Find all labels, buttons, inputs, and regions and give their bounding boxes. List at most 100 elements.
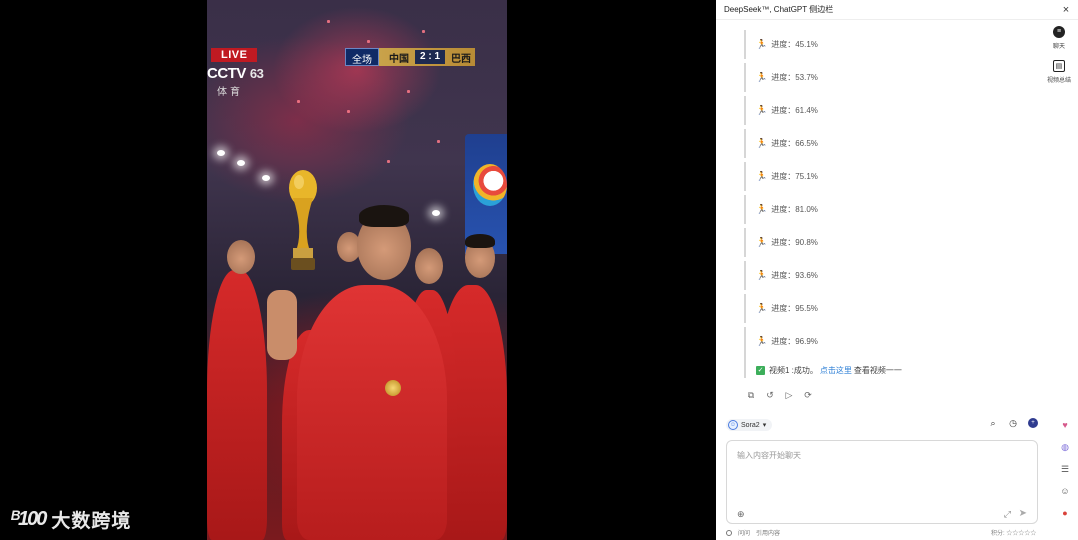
completion-message: ✓ 视频1 :成功。 点击这里 查看视频一一 [744, 356, 902, 378]
channel-logo: CCTV 63 [207, 65, 264, 82]
main-player-hair [359, 205, 409, 227]
main-player-jersey [297, 285, 447, 540]
play-icon[interactable]: ▷ [784, 390, 794, 400]
channel-subtitle: 体育 [217, 87, 243, 98]
progress-item: 🏃 进度：45.1% [744, 28, 1024, 61]
progress-text: 进度：81.0% [771, 205, 818, 214]
progress-text: 进度：90.8% [771, 238, 818, 247]
history-icon[interactable]: ◷ [1008, 418, 1018, 428]
runner-icon: 🏃 [756, 336, 768, 346]
progress-item: 🏃 进度：96.9% [744, 325, 1024, 358]
notes-icon[interactable]: ☰ [1060, 464, 1070, 474]
progress-text: 进度：66.5% [771, 139, 818, 148]
summary-label: 视频总结 [1046, 78, 1071, 84]
watermark-name: 大数跨境 [51, 511, 132, 532]
refresh-icon[interactable]: ⟳ [803, 390, 813, 400]
chat-input-box[interactable]: 输入内容开始聊天 ⊕ ⤢ ➤ [726, 440, 1038, 524]
chat-label: 聊天 [1052, 44, 1065, 50]
right-rail: ≡ 聊天 ▤ 视频总结 [1044, 26, 1074, 94]
view-video-link[interactable]: 点击这里 [820, 365, 852, 376]
model-name: Sora2 [741, 421, 760, 429]
confetti [367, 40, 370, 43]
scoreboard: 全场 中国 2 : 1 巴西 [345, 48, 476, 66]
confetti [297, 100, 300, 103]
progress-text: 进度：75.1% [771, 172, 818, 181]
progress-log: 🏃 进度：45.1% 🏃 进度：53.7% 🏃 进度：61.4% 🏃 进度：66.5% … [744, 28, 1024, 358]
stadium-light [432, 210, 440, 216]
new-chat-icon[interactable]: + [1028, 418, 1038, 428]
runner-icon: 🏃 [756, 105, 768, 115]
away-team: 巴西 [451, 53, 472, 65]
attachment-icon[interactable]: ⌕ [988, 418, 998, 428]
progress-item: 🏃 进度：93.6% [744, 259, 1024, 292]
completion-suffix: 查看视频一一 [853, 365, 902, 375]
live-badge: LIVE [211, 48, 258, 62]
footer-ask[interactable]: 问问 [738, 528, 750, 537]
match-score: 2 : 1 [415, 50, 446, 64]
document-icon: ▤ [1052, 60, 1065, 72]
assistant-icon[interactable]: ◍ [1060, 442, 1070, 452]
check-icon: ✓ [756, 365, 765, 375]
model-toolbar: ☺ Sora2 ▾ ⌕ ◷ + [726, 418, 1038, 432]
panel-title: DeepSeek™, ChatGPT 侧边栏 [724, 5, 834, 14]
runner-icon: 🏃 [756, 237, 768, 247]
runner-icon: 🏃 [756, 72, 768, 82]
runner-icon: 🏃 [756, 171, 768, 181]
medal [385, 380, 401, 396]
player-head [227, 240, 255, 274]
info-icon [726, 529, 732, 536]
footer-quote[interactable]: 引用内容 [756, 528, 780, 537]
message-actions: ⧉ ↺ ▷ ⟳ [746, 390, 813, 400]
confetti [327, 20, 330, 23]
globe-icon[interactable]: ⊕ [737, 509, 747, 519]
chat-rail-button[interactable]: ≡ 聊天 [1052, 26, 1065, 50]
emoji-icon[interactable]: ☺ [1060, 486, 1070, 496]
progress-text: 进度：53.7% [771, 73, 818, 82]
runner-icon: 🏃 [756, 39, 768, 49]
runner-icon: 🏃 [756, 138, 768, 148]
watermark: ᴮ100 大数跨境 [10, 506, 131, 533]
match-period: 全场 [345, 48, 379, 66]
model-selector[interactable]: ☺ Sora2 ▾ [726, 419, 773, 431]
close-button[interactable]: × [1060, 4, 1072, 16]
panel-header: DeepSeek™, ChatGPT 侧边栏 [716, 0, 1078, 20]
progress-text: 进度：96.9% [771, 337, 818, 346]
progress-text: 进度：95.5% [771, 304, 818, 313]
player-head [415, 248, 443, 284]
chat-input-placeholder[interactable]: 输入内容开始聊天 [737, 450, 801, 461]
stadium-light [217, 150, 225, 156]
send-icon[interactable]: ➤ [1019, 508, 1027, 519]
progress-item: 🏃 进度：66.5% [744, 127, 1024, 160]
summary-rail-button[interactable]: ▤ 视频总结 [1047, 60, 1071, 84]
progress-text: 进度：61.4% [771, 106, 818, 115]
confetti [387, 160, 390, 163]
progress-item: 🏃 进度：81.0% [744, 193, 1024, 226]
model-icon: ☺ [728, 420, 738, 430]
channel-name: CCTV [207, 65, 246, 82]
chat-icon: ≡ [1052, 26, 1065, 38]
progress-text: 进度：93.6% [771, 271, 818, 280]
points-rating: 积分: ☆☆☆☆☆ [991, 531, 1037, 537]
watermark-logo: ᴮ100 [10, 508, 47, 530]
progress-text: 进度：45.1% [771, 40, 818, 49]
progress-item: 🏃 进度：90.8% [744, 226, 1024, 259]
ai-sidebar-panel: DeepSeek™, ChatGPT 侧边栏 × 🏃 进度：45.1% 🏃 进度：5… [716, 0, 1078, 540]
player-figure [207, 270, 267, 540]
screen: LIVE CCTV 63 体育 全场 中国 2 : 1 巴西 ᴮ100 大数跨境 … [0, 0, 1078, 540]
runner-icon: 🏃 [756, 303, 768, 313]
expand-icon[interactable]: ⤢ [1004, 509, 1011, 520]
regenerate-icon[interactable]: ↺ [765, 390, 775, 400]
input-tools: ⌕ ◷ + [988, 418, 1038, 428]
progress-item: 🏃 进度：75.1% [744, 160, 1024, 193]
user-avatar-icon[interactable]: ● [1060, 508, 1070, 518]
completion-prefix: 视频1 :成功。 [769, 365, 818, 375]
video-frame[interactable]: LIVE CCTV 63 体育 全场 中国 2 : 1 巴西 [207, 0, 507, 540]
progress-item: 🏃 进度：61.4% [744, 94, 1024, 127]
channel-number: 63 [249, 66, 264, 81]
player-hair [465, 234, 495, 248]
confetti [407, 90, 410, 93]
copy-icon[interactable]: ⧉ [746, 390, 756, 400]
heart-icon[interactable]: ♥ [1060, 420, 1070, 430]
side-tools: ♥ ◍ ☰ ☺ ● [1060, 420, 1070, 518]
progress-item: 🏃 进度：53.7% [744, 61, 1024, 94]
